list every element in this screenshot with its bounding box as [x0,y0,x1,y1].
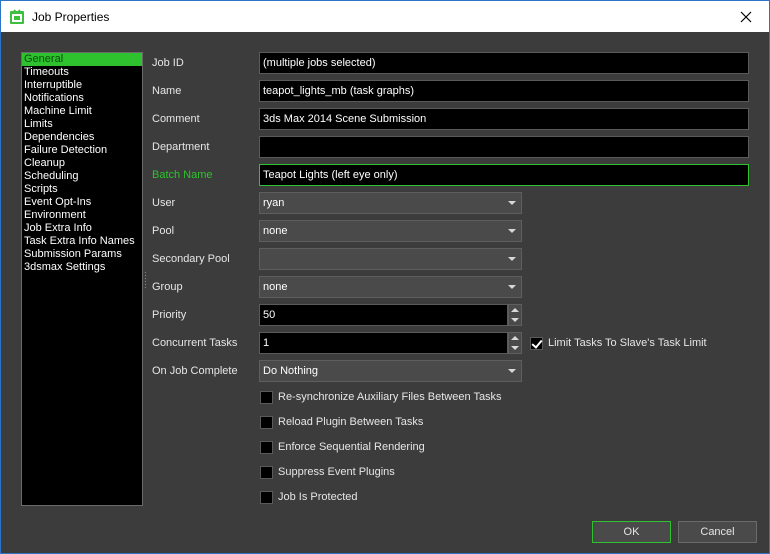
secondary-pool-label: Secondary Pool [152,253,230,265]
enforce-sequential-row[interactable]: Enforce Sequential Rendering [260,440,425,454]
concurrent-tasks-spin-buttons[interactable] [508,332,522,354]
enforce-sequential-checkbox[interactable] [260,440,273,454]
batch-name-label: Batch Name [152,169,213,181]
nav-item-3dsmax-settings[interactable]: 3dsmax Settings [22,261,142,274]
comment-label: Comment [152,113,200,125]
nav-item-submission-params[interactable]: Submission Params [22,248,142,261]
resync-aux-files-row[interactable]: Re-synchronize Auxiliary Files Between T… [260,390,502,404]
group-dropdown[interactable]: none [259,276,522,298]
reload-plugin-label: Reload Plugin Between Tasks [278,416,424,428]
spin-up-icon[interactable] [511,308,519,312]
job-protected-checkbox[interactable] [260,490,273,504]
batch-name-field[interactable]: Teapot Lights (left eye only) [259,164,749,186]
on-job-complete-value: Do Nothing [263,365,319,377]
group-value: none [263,281,288,293]
on-job-complete-label: On Job Complete [152,365,238,377]
reload-plugin-row[interactable]: Reload Plugin Between Tasks [260,415,423,429]
ok-button[interactable]: OK [592,521,671,543]
category-list[interactable]: General Timeouts Interruptible Notificat… [21,52,143,506]
close-icon [740,11,752,22]
nav-item-scripts[interactable]: Scripts [22,183,142,196]
suppress-event-plugins-checkbox[interactable] [260,465,273,479]
on-job-complete-dropdown[interactable]: Do Nothing [259,360,522,382]
name-label: Name [152,85,182,97]
name-field[interactable]: teapot_lights_mb (task graphs) [259,80,749,102]
limit-tasks-checkbox-row[interactable]: Limit Tasks To Slave's Task Limit [530,336,707,350]
concurrent-tasks-spinbox[interactable]: 1 [259,332,522,354]
nav-item-cleanup[interactable]: Cleanup [22,157,142,170]
enforce-sequential-label: Enforce Sequential Rendering [278,441,425,453]
pool-dropdown[interactable]: none [259,220,522,242]
nav-item-limits[interactable]: Limits [22,118,142,131]
limit-tasks-checkbox[interactable] [530,336,543,350]
nav-item-job-extra-info[interactable]: Job Extra Info [22,222,142,235]
job-id-label: Job ID [152,57,184,69]
priority-spinbox[interactable]: 50 [259,304,522,326]
nav-item-interruptible[interactable]: Interruptible [22,79,142,92]
nav-item-notifications[interactable]: Notifications [22,92,142,105]
spin-down-icon[interactable] [511,346,519,350]
window-title: Job Properties [32,10,110,24]
priority-label: Priority [152,309,187,321]
concurrent-tasks-label: Concurrent Tasks [152,337,238,349]
spin-up-icon[interactable] [511,336,519,340]
chevron-down-icon [508,285,516,289]
chevron-down-icon [508,229,516,233]
cancel-button[interactable]: Cancel [678,521,757,543]
pool-value: none [263,225,288,237]
chevron-down-icon [508,201,516,205]
nav-item-machine-limit[interactable]: Machine Limit [22,105,142,118]
department-field[interactable] [259,136,749,158]
nav-item-event-opt-ins[interactable]: Event Opt-Ins [22,196,142,209]
nav-item-failure-detection[interactable]: Failure Detection [22,144,142,157]
group-label: Group [152,281,183,293]
pool-label: Pool [152,225,175,237]
nav-item-scheduling[interactable]: Scheduling [22,170,142,183]
nav-item-environment[interactable]: Environment [22,209,142,222]
nav-item-timeouts[interactable]: Timeouts [22,66,142,79]
user-label: User [152,197,176,209]
nav-item-dependencies[interactable]: Dependencies [22,131,142,144]
nav-item-task-extra-info-names[interactable]: Task Extra Info Names [22,235,142,248]
spin-down-icon[interactable] [511,318,519,322]
priority-input[interactable]: 50 [259,304,508,326]
app-icon [9,9,25,25]
job-protected-row[interactable]: Job Is Protected [260,490,358,504]
suppress-event-plugins-row[interactable]: Suppress Event Plugins [260,465,395,479]
splitter-handle[interactable] [145,272,147,288]
close-button[interactable] [723,1,769,32]
reload-plugin-checkbox[interactable] [260,415,273,429]
resync-aux-files-checkbox[interactable] [260,390,273,404]
job-protected-label: Job Is Protected [278,491,358,503]
secondary-pool-dropdown[interactable] [259,248,522,270]
comment-field[interactable]: 3ds Max 2014 Scene Submission [259,108,749,130]
resync-aux-files-label: Re-synchronize Auxiliary Files Between T… [278,391,502,403]
priority-spin-buttons[interactable] [508,304,522,326]
concurrent-tasks-input[interactable]: 1 [259,332,508,354]
title-bar: Job Properties [0,0,770,32]
nav-item-general[interactable]: General [22,53,142,66]
department-label: Department [152,141,210,153]
chevron-down-icon [508,369,516,373]
user-value: ryan [263,197,285,209]
user-dropdown[interactable]: ryan [259,192,522,214]
chevron-down-icon [508,257,516,261]
limit-tasks-label: Limit Tasks To Slave's Task Limit [548,337,707,349]
job-id-field[interactable]: (multiple jobs selected) [259,52,749,74]
suppress-event-plugins-label: Suppress Event Plugins [278,466,395,478]
